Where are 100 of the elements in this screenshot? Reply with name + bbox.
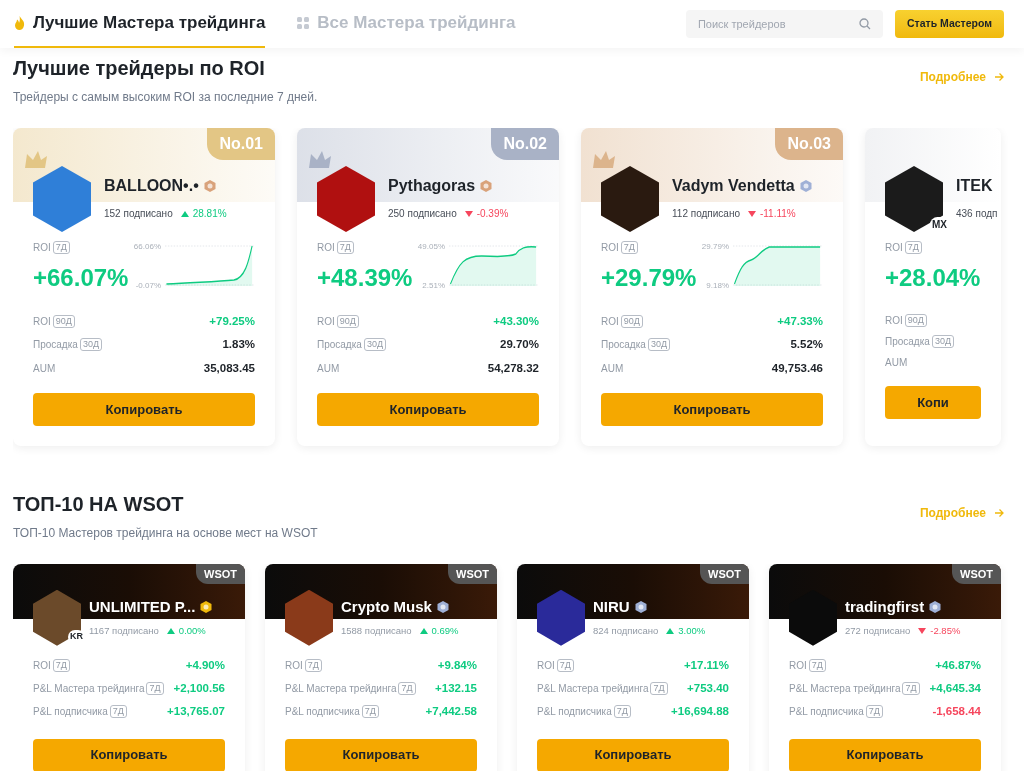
period-tag: 7Д bbox=[556, 658, 574, 672]
trader-name: Pythagoras bbox=[388, 176, 476, 196]
flame-icon bbox=[14, 16, 25, 30]
section-title: ТОП-10 НА WSOT bbox=[13, 491, 185, 516]
trader-name: BALLOON•.• bbox=[104, 176, 199, 196]
search-field[interactable]: Поиск трейдеров bbox=[685, 10, 883, 38]
triangle-down-icon bbox=[464, 210, 473, 217]
copy-button[interactable]: Копи bbox=[885, 386, 981, 419]
stat-label: ROI bbox=[537, 658, 555, 673]
stat-value: +7,442.58 bbox=[425, 704, 477, 720]
period-tag: 30Д bbox=[931, 335, 954, 348]
stat-label: ROI bbox=[33, 241, 51, 255]
stat-label: AUM bbox=[317, 361, 340, 376]
stat-label: ROI bbox=[33, 315, 51, 330]
stat-label: ROI bbox=[317, 315, 335, 330]
stat-label: P&L подписчика bbox=[285, 705, 360, 720]
copy-button[interactable]: Копировать bbox=[789, 738, 981, 771]
crown-icon bbox=[591, 150, 617, 170]
change-value: 28.81% bbox=[192, 207, 227, 221]
change-value: 0.00% bbox=[178, 624, 206, 639]
chart-min-label: 2.51% bbox=[422, 281, 445, 290]
roi-value: +29.79% bbox=[601, 263, 697, 293]
change-value: -11.11% bbox=[759, 207, 796, 221]
stat-value: 54,278.32 bbox=[487, 360, 539, 376]
crown-icon bbox=[23, 150, 49, 170]
trader-name: tradingfirst bbox=[845, 596, 925, 617]
stat-value: -1,658.44 bbox=[932, 704, 981, 720]
stat-label: AUM bbox=[33, 361, 56, 376]
period-tag: 30Д bbox=[79, 338, 102, 352]
stat-label: ROI bbox=[885, 314, 903, 328]
subscriber-count: 272 подписано bbox=[845, 624, 911, 639]
stat-value: +9.84% bbox=[437, 657, 477, 673]
rank-tag: No.02 bbox=[491, 128, 559, 160]
medal-icon bbox=[798, 179, 813, 193]
trader-name: NIRU bbox=[593, 596, 630, 617]
period-tag: 7Д bbox=[613, 705, 631, 719]
stat-label: Просадка bbox=[601, 338, 646, 353]
period-tag: 7Д bbox=[865, 705, 883, 719]
stat-label: ROI bbox=[285, 658, 303, 673]
stat-label: Просадка bbox=[33, 338, 78, 353]
rank-tag: No.01 bbox=[207, 128, 275, 160]
copy-button[interactable]: Копировать bbox=[537, 738, 729, 771]
period-tag: 7Д bbox=[904, 241, 922, 254]
copy-button[interactable]: Копировать bbox=[33, 738, 225, 771]
become-master-button[interactable]: Стать Мастером bbox=[894, 10, 1004, 38]
wsot-tag: WSOT bbox=[448, 563, 497, 585]
stat-label: ROI bbox=[885, 241, 903, 255]
subscriber-count: 1167 подписано bbox=[89, 624, 159, 639]
stat-label: AUM bbox=[885, 356, 908, 370]
period-tag: 90Д bbox=[620, 315, 643, 329]
subscriber-count: 152 подписано bbox=[104, 207, 173, 221]
trader-name: Crypto Musk bbox=[341, 596, 432, 617]
period-tag: 30Д bbox=[647, 338, 670, 352]
period-tag: 7Д bbox=[398, 682, 416, 696]
stat-value: 29.70% bbox=[500, 337, 539, 353]
copy-button[interactable]: Копировать bbox=[285, 738, 477, 771]
stat-label: P&L Мастера трейдинга bbox=[789, 682, 901, 697]
stat-label: ROI bbox=[601, 315, 619, 330]
stat-value: 35,083.45 bbox=[203, 360, 255, 376]
stat-label: ROI bbox=[33, 658, 51, 673]
copy-button[interactable]: Копировать bbox=[317, 392, 539, 426]
stat-value: 1.83% bbox=[222, 337, 255, 353]
change-value: 0.69% bbox=[431, 624, 459, 639]
period-tag: 7Д bbox=[361, 705, 379, 719]
nav-tab[interactable]: Лучшие Мастера трейдинга bbox=[14, 0, 266, 48]
medal-icon bbox=[435, 600, 450, 614]
stat-label: AUM bbox=[601, 361, 624, 376]
stat-value: +16,694.88 bbox=[671, 704, 729, 720]
stat-label: P&L Мастера трейдинга bbox=[33, 682, 145, 697]
stat-label: ROI bbox=[601, 241, 619, 255]
section-title: Лучшие трейдеры по ROI bbox=[13, 56, 266, 80]
copy-button[interactable]: Копировать bbox=[33, 392, 255, 426]
wsot-tag: WSOT bbox=[700, 563, 749, 585]
period-tag: 90Д bbox=[336, 315, 359, 329]
trader-name: Vadym Vendetta bbox=[672, 176, 795, 196]
arrow-right-icon bbox=[994, 72, 1004, 82]
period-tag: 7Д bbox=[902, 682, 920, 696]
stat-label: ROI bbox=[789, 658, 807, 673]
change-value: -2.85% bbox=[930, 624, 961, 639]
stat-label: ROI bbox=[317, 241, 335, 255]
roi-value: +28.04% bbox=[885, 263, 981, 293]
period-tag: 7Д bbox=[52, 241, 70, 254]
trader-name: UNLIMITED P... bbox=[89, 596, 196, 617]
stat-value: +17.11% bbox=[683, 657, 729, 673]
stat-value: +79.25% bbox=[209, 314, 255, 329]
copy-button[interactable]: Копировать bbox=[601, 392, 823, 426]
subscriber-count: 112 подписано bbox=[672, 207, 740, 221]
trader-name: ITEK bbox=[956, 176, 993, 196]
stat-label: P&L подписчика bbox=[789, 705, 864, 720]
stat-label: Просадка bbox=[885, 335, 930, 349]
stat-value: +132.15 bbox=[435, 681, 477, 696]
triangle-down-icon bbox=[918, 628, 927, 635]
chart-min-label: 9.18% bbox=[706, 281, 729, 290]
stat-label: P&L Мастера трейдинга bbox=[285, 682, 397, 697]
chart-max-label: 66.06% bbox=[133, 242, 161, 251]
stat-value: +43.30% bbox=[493, 314, 539, 329]
section-subtitle: ТОП-10 Мастеров трейдинга на основе мест на WSOT bbox=[13, 524, 318, 542]
stat-value: +13,765.07 bbox=[167, 704, 225, 720]
subscriber-count: 250 подписано bbox=[388, 207, 457, 221]
period-tag: 7Д bbox=[650, 682, 668, 696]
